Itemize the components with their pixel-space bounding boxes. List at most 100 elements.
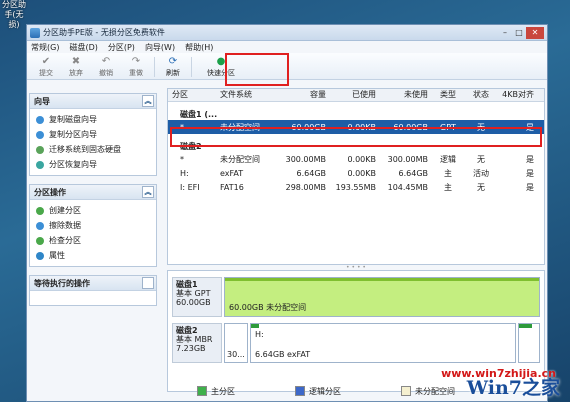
commit-label: 提交 [39, 69, 53, 77]
col-status[interactable]: 状态 [468, 89, 494, 101]
table-row[interactable]: * 未分配空间 300.00MB 0.00KB 300.00MB 逻辑 无 是 [168, 152, 544, 166]
cell-type: GPT [440, 122, 456, 132]
disk1-type: 基本 GPT [176, 289, 211, 298]
check-partition-icon [36, 236, 44, 245]
collapse-icon[interactable]: ︽ [142, 186, 154, 198]
close-button[interactable]: ✕ [526, 26, 544, 39]
cell-status: 无 [477, 182, 485, 192]
menu-bar: 常规(G) 磁盘(D) 分区(P) 向导(W) 帮助(H) [27, 41, 547, 53]
disk2-size: 7.23GB [176, 344, 206, 353]
migrate-os-icon [36, 145, 44, 154]
wizard-item-copy-disk[interactable]: 复制磁盘向导 [36, 112, 156, 127]
app-window: 分区助手PE版 - 无损分区免费软件 – □ ✕ 常规(G) 磁盘(D) 分区(… [26, 24, 548, 402]
disk-group-header[interactable]: 磁盘1 (... [168, 102, 544, 120]
minimize-button[interactable]: – [498, 27, 512, 39]
cell-used: 0.00KB [347, 168, 376, 178]
wizard-item-label: 复制分区向导 [49, 130, 97, 139]
discard-button[interactable]: ✖ 放弃 [61, 56, 91, 79]
cell-capacity: 298.00MB [285, 182, 326, 192]
wizard-panel-header[interactable]: 向导 ︽ [30, 94, 156, 109]
pending-operations-title: 等待执行的操作 [34, 278, 90, 288]
maximize-button[interactable]: □ [512, 27, 526, 39]
desktop-shortcut-partition-assistant[interactable]: 分区助手(无 损) [0, 0, 28, 30]
disk1-info[interactable]: 磁盘1 基本 GPT 60.00GB [172, 277, 222, 317]
commit-button[interactable]: ✔ 提交 [31, 56, 61, 79]
menu-help[interactable]: 帮助(H) [185, 42, 213, 53]
cell-status: 活动 [473, 168, 489, 178]
partition-operations-header[interactable]: 分区操作 ︽ [30, 185, 156, 200]
disk1-size: 60.00GB [176, 298, 211, 307]
pending-operations-header: 等待执行的操作 [30, 276, 156, 291]
cell-partition: * [180, 154, 184, 164]
wizard-panel-title: 向导 [34, 96, 50, 106]
op-wipe-data[interactable]: 擦除数据 [36, 218, 156, 233]
disk2-info[interactable]: 磁盘2 基本 MBR 7.23GB [172, 323, 222, 363]
col-4kb-aligned[interactable]: 4KB对齐 [494, 89, 534, 101]
disk-map-row-1[interactable]: 磁盘1 基本 GPT 60.00GB 60.00GB 未分配空间 [172, 277, 540, 317]
cell-status: 无 [477, 122, 485, 132]
menu-general[interactable]: 常规(G) [31, 42, 59, 53]
redo-button[interactable]: ↷ 重做 [121, 56, 151, 79]
disk2-unallocated-block[interactable]: 30... [224, 323, 248, 363]
menu-disk[interactable]: 磁盘(D) [69, 42, 97, 53]
cell-unused: 6.64GB [398, 168, 429, 178]
disk-map-row-2[interactable]: 磁盘2 基本 MBR 7.23GB 30... H: 6.64GB exFAT [172, 323, 540, 363]
legend-primary-label: 主分区 [211, 386, 235, 396]
collapse-icon[interactable] [142, 277, 154, 289]
disk1-unallocated-block[interactable]: 60.00GB 未分配空间 [224, 277, 540, 317]
wizard-item-migrate-os[interactable]: 迁移系统到固态硬盘 [36, 142, 156, 157]
cell-used: 0.00KB [347, 154, 376, 164]
disk2-h-partition-block[interactable]: H: 6.64GB exFAT [250, 323, 516, 363]
disk2-type: 基本 MBR [176, 335, 213, 344]
table-row[interactable]: H: exFAT 6.64GB 0.00KB 6.64GB 主 活动 是 [168, 166, 544, 180]
collapse-icon[interactable]: ︽ [142, 95, 154, 107]
partition-operations-title: 分区操作 [34, 187, 66, 197]
legend-logical-label: 逻辑分区 [309, 386, 341, 396]
pending-operations-panel: 等待执行的操作 [29, 275, 157, 306]
refresh-button[interactable]: ⟳ 刷新 [158, 56, 188, 79]
disk1-name: 磁盘1 [176, 280, 198, 289]
disk-group-header[interactable]: 磁盘2 [168, 134, 544, 152]
menu-partition[interactable]: 分区(P) [108, 42, 135, 53]
refresh-label: 刷新 [166, 69, 180, 77]
cell-filesystem: exFAT [220, 168, 244, 178]
app-icon [30, 27, 40, 38]
cell-capacity: 60.00GB [291, 122, 326, 132]
disk1-topline [225, 278, 539, 281]
op-check-partition[interactable]: 检查分区 [36, 233, 156, 248]
col-unused[interactable]: 未使用 [376, 89, 428, 101]
wipe-data-icon [36, 221, 44, 230]
cell-partition: H: [180, 168, 189, 178]
menu-wizard[interactable]: 向导(W) [145, 42, 175, 53]
title-bar: 分区助手PE版 - 无损分区免费软件 – □ ✕ [27, 25, 547, 41]
table-row[interactable]: I: EFI FAT16 298.00MB 193.55MB 104.45MB … [168, 180, 544, 194]
wizard-item-partition-recovery[interactable]: 分区恢复向导 [36, 157, 156, 172]
op-properties[interactable]: 属性 [36, 248, 156, 263]
pending-operations-list [30, 291, 156, 305]
table-row[interactable]: * 未分配空间 60.00GB 0.00KB 60.00GB GPT 无 是 [168, 120, 544, 134]
wizard-item-copy-partition[interactable]: 复制分区向导 [36, 127, 156, 142]
disk2-efi-block[interactable] [518, 323, 540, 363]
cell-filesystem: 未分配空间 [220, 154, 260, 164]
quick-partition-highlight [225, 53, 289, 86]
cell-unused: 300.00MB [387, 154, 428, 164]
disk2-part2-title: H: [255, 330, 264, 339]
discard-icon: ✖ [71, 56, 81, 67]
wizard-item-label: 分区恢复向导 [49, 160, 97, 169]
toolbar-separator [191, 57, 192, 77]
col-capacity[interactable]: 容量 [278, 89, 326, 101]
op-create-partition[interactable]: 创建分区 [36, 203, 156, 218]
cell-4kb: 是 [526, 182, 534, 192]
op-label: 创建分区 [49, 206, 81, 215]
op-label: 擦除数据 [49, 221, 81, 230]
col-type[interactable]: 类型 [428, 89, 468, 101]
col-used[interactable]: 已使用 [326, 89, 376, 101]
undo-button[interactable]: ↶ 撤销 [91, 56, 121, 79]
discard-label: 放弃 [69, 69, 83, 77]
properties-icon [36, 251, 44, 260]
op-label: 检查分区 [49, 236, 81, 245]
col-partition[interactable]: 分区 [168, 89, 220, 101]
desktop-shortcut-label-1: 分区助手(无 [2, 0, 26, 19]
undo-label: 撤销 [99, 69, 113, 77]
col-filesystem[interactable]: 文件系统 [220, 89, 278, 101]
